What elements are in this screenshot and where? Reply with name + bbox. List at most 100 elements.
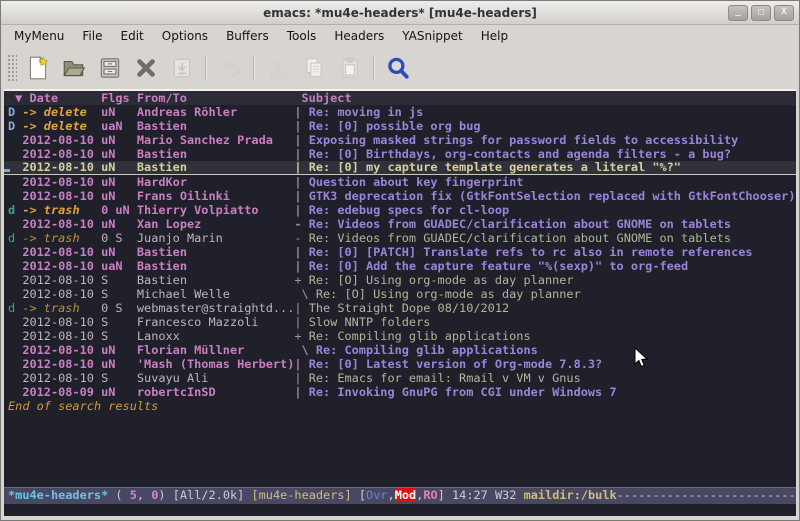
save-button[interactable] — [92, 50, 128, 86]
menu-item-help[interactable]: Help — [472, 27, 517, 45]
message-row[interactable]: D -> delete uaN Bastien | Re: [0] possib… — [4, 119, 796, 133]
message-row[interactable]: 2012-08-10 S Bastien + Re: [O] Using org… — [4, 273, 796, 287]
message-row[interactable]: D -> delete uN Andreas Röhler | Re: movi… — [4, 105, 796, 119]
message-from: Frans Oilinki — [137, 189, 295, 203]
message-flags: S — [101, 287, 137, 301]
menu-item-buffers[interactable]: Buffers — [217, 27, 278, 45]
minimize-button[interactable]: _ — [728, 5, 748, 21]
message-subject: The Straight Dope 08/10/2012 — [309, 301, 509, 315]
message-flags: uN — [101, 385, 137, 399]
message-row[interactable]: 2012-08-10 uN Mario Sanchez Prada | Expo… — [4, 133, 796, 147]
message-subject: Re: Videos from GUADEC/clarification abo… — [309, 217, 731, 231]
mode-line[interactable]: *mu4e-headers* ( 5, 0) [All/2.0k] [mu4e-… — [4, 487, 796, 504]
message-from: Mario Sanchez Prada — [137, 133, 295, 147]
message-row[interactable]: 2012-08-10 uN Frans Oilinki | GTK3 depre… — [4, 189, 796, 203]
message-from: Bastien — [137, 160, 295, 174]
menu-item-file[interactable]: File — [73, 27, 111, 45]
message-thread: + — [294, 329, 308, 343]
message-thread: | — [294, 175, 308, 189]
message-from: Andreas Röhler — [137, 105, 295, 119]
echo-area[interactable] — [4, 504, 796, 516]
new-file-button[interactable] — [20, 50, 56, 86]
message-subject: Re: Compiling glib applications — [309, 329, 531, 343]
message-row[interactable]: 2012-08-10 uN Bastien | Re: [0] Birthday… — [4, 147, 796, 161]
mode-line-segment: ] — [438, 488, 452, 502]
message-from: Bastien — [137, 273, 295, 287]
mode-line-segment: *mu4e-headers* — [8, 488, 108, 502]
message-row[interactable]: 2012-08-10 uN Xan Lopez - Re: Videos fro… — [4, 217, 796, 231]
message-row[interactable]: 2012-08-10 uN Florian Müllner \ Re: Comp… — [4, 343, 796, 357]
message-row[interactable]: 2012-08-09 uN robertcInSD | Re: Invoking… — [4, 385, 796, 399]
menu-item-tools[interactable]: Tools — [278, 27, 326, 45]
toolbar-separator — [205, 55, 207, 81]
message-date: 2012-08-10 — [22, 315, 101, 329]
mode-line-segment: [All/2.0k] — [173, 488, 252, 502]
menu-item-yasnippet[interactable]: YASnippet — [393, 27, 472, 45]
message-row[interactable]: d -> trash 0 S Juanjo Marin - Re: Videos… — [4, 231, 796, 245]
message-row[interactable]: d -> trash 0 uN Thierry Volpiatto | Re: … — [4, 203, 796, 217]
window-titlebar[interactable]: emacs: *mu4e-headers* [mu4e-headers] _ □… — [1, 1, 799, 25]
message-from: Lanoxx — [137, 329, 295, 343]
mode-line-segment: , — [137, 488, 151, 502]
message-row[interactable]: 2012-08-10 uaN Bastien | Re: [0] Add the… — [4, 259, 796, 273]
copy-button — [296, 50, 332, 86]
message-row[interactable]: 2012-08-10 S Suvayu Ali | Re: Emacs for … — [4, 371, 796, 385]
window-title: emacs: *mu4e-headers* [mu4e-headers] — [1, 6, 799, 20]
search-icon — [385, 55, 411, 81]
message-row[interactable]: 2012-08-10 uN HardKor | Question about k… — [4, 175, 796, 189]
message-flags: 0 S — [101, 301, 137, 315]
menu-item-mymenu[interactable]: MyMenu — [5, 27, 73, 45]
message-from: HardKor — [137, 175, 295, 189]
message-subject: Re: [0] Add the capture feature "%(sexp)… — [309, 259, 688, 273]
message-mark — [8, 175, 22, 189]
mode-line-segment: Ovr — [366, 488, 387, 502]
message-row[interactable]: 2012-08-10 S Michael Welle \ Re: [O] Usi… — [4, 287, 796, 301]
message-row[interactable]: 2012-08-10 S Francesco Mazzoli | Slow NN… — [4, 315, 796, 329]
message-subject: Re: edebug specs for cl-loop — [309, 203, 509, 217]
header-line[interactable]: ▼ Date Flgs From/To Subject — [4, 91, 796, 105]
message-date: 2012-08-10 — [22, 133, 101, 147]
message-mark — [8, 273, 22, 287]
message-row[interactable]: 2012-08-10 uN 'Mash (Thomas Herbert)| Re… — [4, 357, 796, 371]
save-as-button — [164, 50, 200, 86]
search-button[interactable] — [380, 50, 416, 86]
message-thread: - — [294, 231, 308, 245]
message-row[interactable]: 2012-08-10 S Lanoxx + Re: Compiling glib… — [4, 329, 796, 343]
message-from: Florian Müllner — [137, 343, 295, 357]
message-row[interactable]: 2012-08-10 uN Bastien | Re: [0] [PATCH] … — [4, 245, 796, 259]
message-thread: | — [294, 160, 308, 174]
message-date: 2012-08-09 — [22, 385, 101, 399]
message-from: Bastien — [137, 259, 295, 273]
message-thread: | — [294, 371, 308, 385]
message-mark: d — [8, 203, 22, 217]
menu-item-options[interactable]: Options — [153, 27, 217, 45]
mode-line-segment: 5 — [130, 488, 137, 502]
maximize-button[interactable]: □ — [751, 5, 771, 21]
message-mark — [8, 357, 22, 371]
message-from: robertcInSD — [137, 385, 295, 399]
message-subject: Re: Invoking GnuPG from CGI under Window… — [309, 385, 617, 399]
message-mark — [8, 385, 22, 399]
message-subject: Question about key fingerprint — [309, 175, 524, 189]
copy-icon — [301, 55, 327, 81]
message-mark: d — [8, 301, 22, 315]
message-thread: - — [294, 217, 308, 231]
message-mark — [8, 315, 22, 329]
message-mark: d — [8, 231, 22, 245]
message-row[interactable]: 2012-08-10 uN Bastien | Re: [0] my captu… — [4, 161, 796, 175]
message-date: 2012-08-10 — [22, 189, 101, 203]
message-mark — [8, 245, 22, 259]
message-row[interactable]: d -> trash 0 S webmaster@straightd...| T… — [4, 301, 796, 315]
menu-item-headers[interactable]: Headers — [325, 27, 393, 45]
message-mark: D — [8, 105, 22, 119]
message-thread: | — [294, 147, 308, 161]
menu-item-edit[interactable]: Edit — [112, 27, 153, 45]
toolbar-grip[interactable] — [6, 53, 17, 83]
message-mark — [8, 329, 22, 343]
toolbar — [1, 46, 799, 89]
close-button[interactable]: X — [774, 5, 794, 21]
open-folder-button[interactable] — [56, 50, 92, 86]
mode-line-segment: RO — [423, 488, 437, 502]
close-buffer-button[interactable] — [128, 50, 164, 86]
message-date: 2012-08-10 — [22, 343, 101, 357]
